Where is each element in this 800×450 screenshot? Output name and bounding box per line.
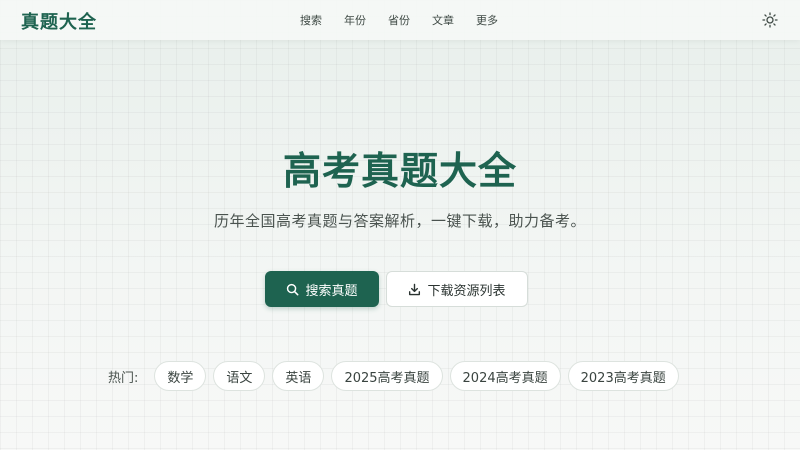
hot-tag-math[interactable]: 数学 — [154, 361, 207, 391]
hot-tag-chinese[interactable]: 语文 — [213, 361, 266, 391]
page-subtitle: 历年全国高考真题与答案解析，一键下载，助力备考。 — [213, 212, 586, 230]
download-list-label: 下载资源列表 — [427, 283, 506, 299]
nav-item-more[interactable]: 更多 — [476, 12, 498, 28]
page-title: 高考真题大全 — [282, 148, 517, 193]
hot-tag-2024[interactable]: 2024高考真题 — [449, 361, 561, 391]
hot-tags-row: 热门: 数学 语文 英语 2025高考真题 2024高考真题 2023高考真题 — [108, 361, 686, 391]
download-icon — [408, 283, 421, 296]
hot-tag-2025[interactable]: 2025高考真题 — [331, 361, 443, 391]
download-list-button[interactable]: 下载资源列表 — [386, 271, 528, 307]
search-icon — [286, 283, 299, 296]
nav-item-province[interactable]: 省份 — [388, 12, 410, 28]
hot-tags-label: 热门: — [108, 370, 139, 386]
main-nav: 搜索 年份 省份 文章 更多 — [300, 0, 520, 40]
top-header: 真题大全 搜索 年份 省份 文章 更多 — [0, 0, 800, 40]
search-papers-button[interactable]: 搜索真题 — [265, 271, 379, 307]
nav-item-articles[interactable]: 文章 — [432, 12, 454, 28]
nav-item-search[interactable]: 搜索 — [300, 12, 322, 28]
hot-tag-english[interactable]: 英语 — [272, 361, 325, 391]
hot-tag-2023[interactable]: 2023高考真题 — [567, 361, 679, 391]
theme-toggle-button[interactable] — [761, 11, 779, 29]
site-logo[interactable]: 真题大全 — [21, 8, 97, 34]
nav-item-year[interactable]: 年份 — [344, 12, 366, 28]
sun-icon — [762, 12, 778, 28]
search-papers-label: 搜索真题 — [305, 283, 358, 299]
